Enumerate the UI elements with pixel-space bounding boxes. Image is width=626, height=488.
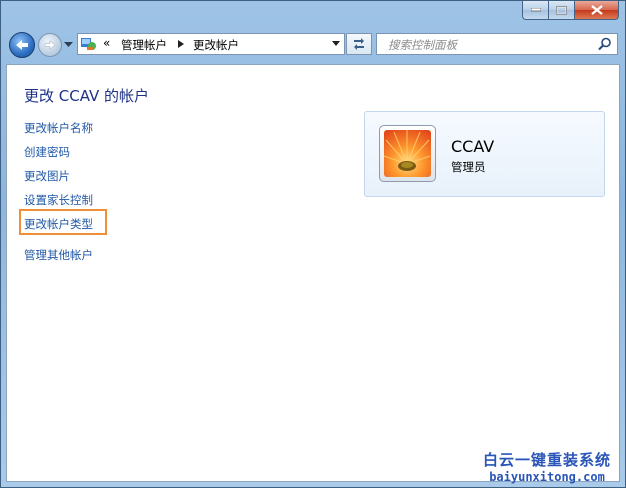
breadcrumb-manage-accounts[interactable]: 管理帐户 bbox=[121, 37, 167, 53]
account-card: CCAV 管理员 bbox=[364, 111, 605, 197]
watermark: 白云一键重装系统 baiyunxitong.com bbox=[477, 449, 617, 484]
link-parental-controls[interactable]: 设置家长控制 bbox=[24, 192, 93, 208]
back-button[interactable] bbox=[9, 32, 35, 58]
minimize-icon bbox=[530, 8, 541, 12]
maximize-icon bbox=[556, 5, 567, 15]
link-change-account-name[interactable]: 更改帐户名称 bbox=[24, 120, 93, 136]
account-picture[interactable] bbox=[379, 125, 436, 182]
maximize-button[interactable] bbox=[549, 1, 575, 20]
caption-buttons bbox=[522, 1, 619, 21]
minimize-button[interactable] bbox=[522, 1, 549, 20]
control-panel-icon bbox=[81, 38, 96, 50]
arrow-right-icon bbox=[44, 40, 56, 50]
search-icon[interactable] bbox=[598, 37, 612, 51]
history-dropdown-icon[interactable] bbox=[64, 40, 73, 49]
forward-button[interactable] bbox=[38, 33, 62, 57]
link-manage-other-accounts[interactable]: 管理其他帐户 bbox=[24, 247, 93, 263]
flower-picture-icon bbox=[384, 130, 431, 177]
search-placeholder: 搜索控制面板 bbox=[388, 38, 457, 52]
account-role: 管理员 bbox=[451, 160, 486, 174]
refresh-button[interactable] bbox=[346, 33, 372, 55]
control-panel-window: « 管理帐户 更改帐户 搜索控制面板 更改 CCAV 的帐户 更改帐户名称 创建… bbox=[0, 0, 626, 488]
link-change-picture[interactable]: 更改图片 bbox=[24, 168, 70, 184]
breadcrumb-overflow[interactable]: « bbox=[103, 36, 110, 50]
address-bar[interactable]: « 管理帐户 更改帐户 bbox=[77, 33, 345, 55]
page-title: 更改 CCAV 的帐户 bbox=[24, 87, 150, 105]
breadcrumb-change-account[interactable]: 更改帐户 bbox=[193, 37, 239, 53]
navigation-bar: « 管理帐户 更改帐户 搜索控制面板 bbox=[1, 27, 625, 63]
account-name: CCAV bbox=[451, 137, 495, 156]
search-box[interactable]: 搜索控制面板 bbox=[376, 33, 618, 55]
highlight-box bbox=[19, 209, 107, 235]
watermark-cn: 白云一键重装系统 bbox=[482, 451, 611, 469]
content-pane: 更改 CCAV 的帐户 更改帐户名称 创建密码 更改图片 设置家长控制 更改帐户… bbox=[6, 64, 620, 482]
link-create-password[interactable]: 创建密码 bbox=[24, 144, 70, 160]
refresh-icon bbox=[354, 38, 364, 50]
breadcrumb-separator-icon[interactable] bbox=[178, 40, 184, 48]
address-dropdown-icon[interactable] bbox=[332, 41, 340, 47]
close-icon bbox=[590, 5, 603, 15]
close-button[interactable] bbox=[575, 1, 619, 20]
arrow-left-icon bbox=[16, 40, 28, 50]
watermark-en: baiyunxitong.com bbox=[489, 470, 605, 484]
